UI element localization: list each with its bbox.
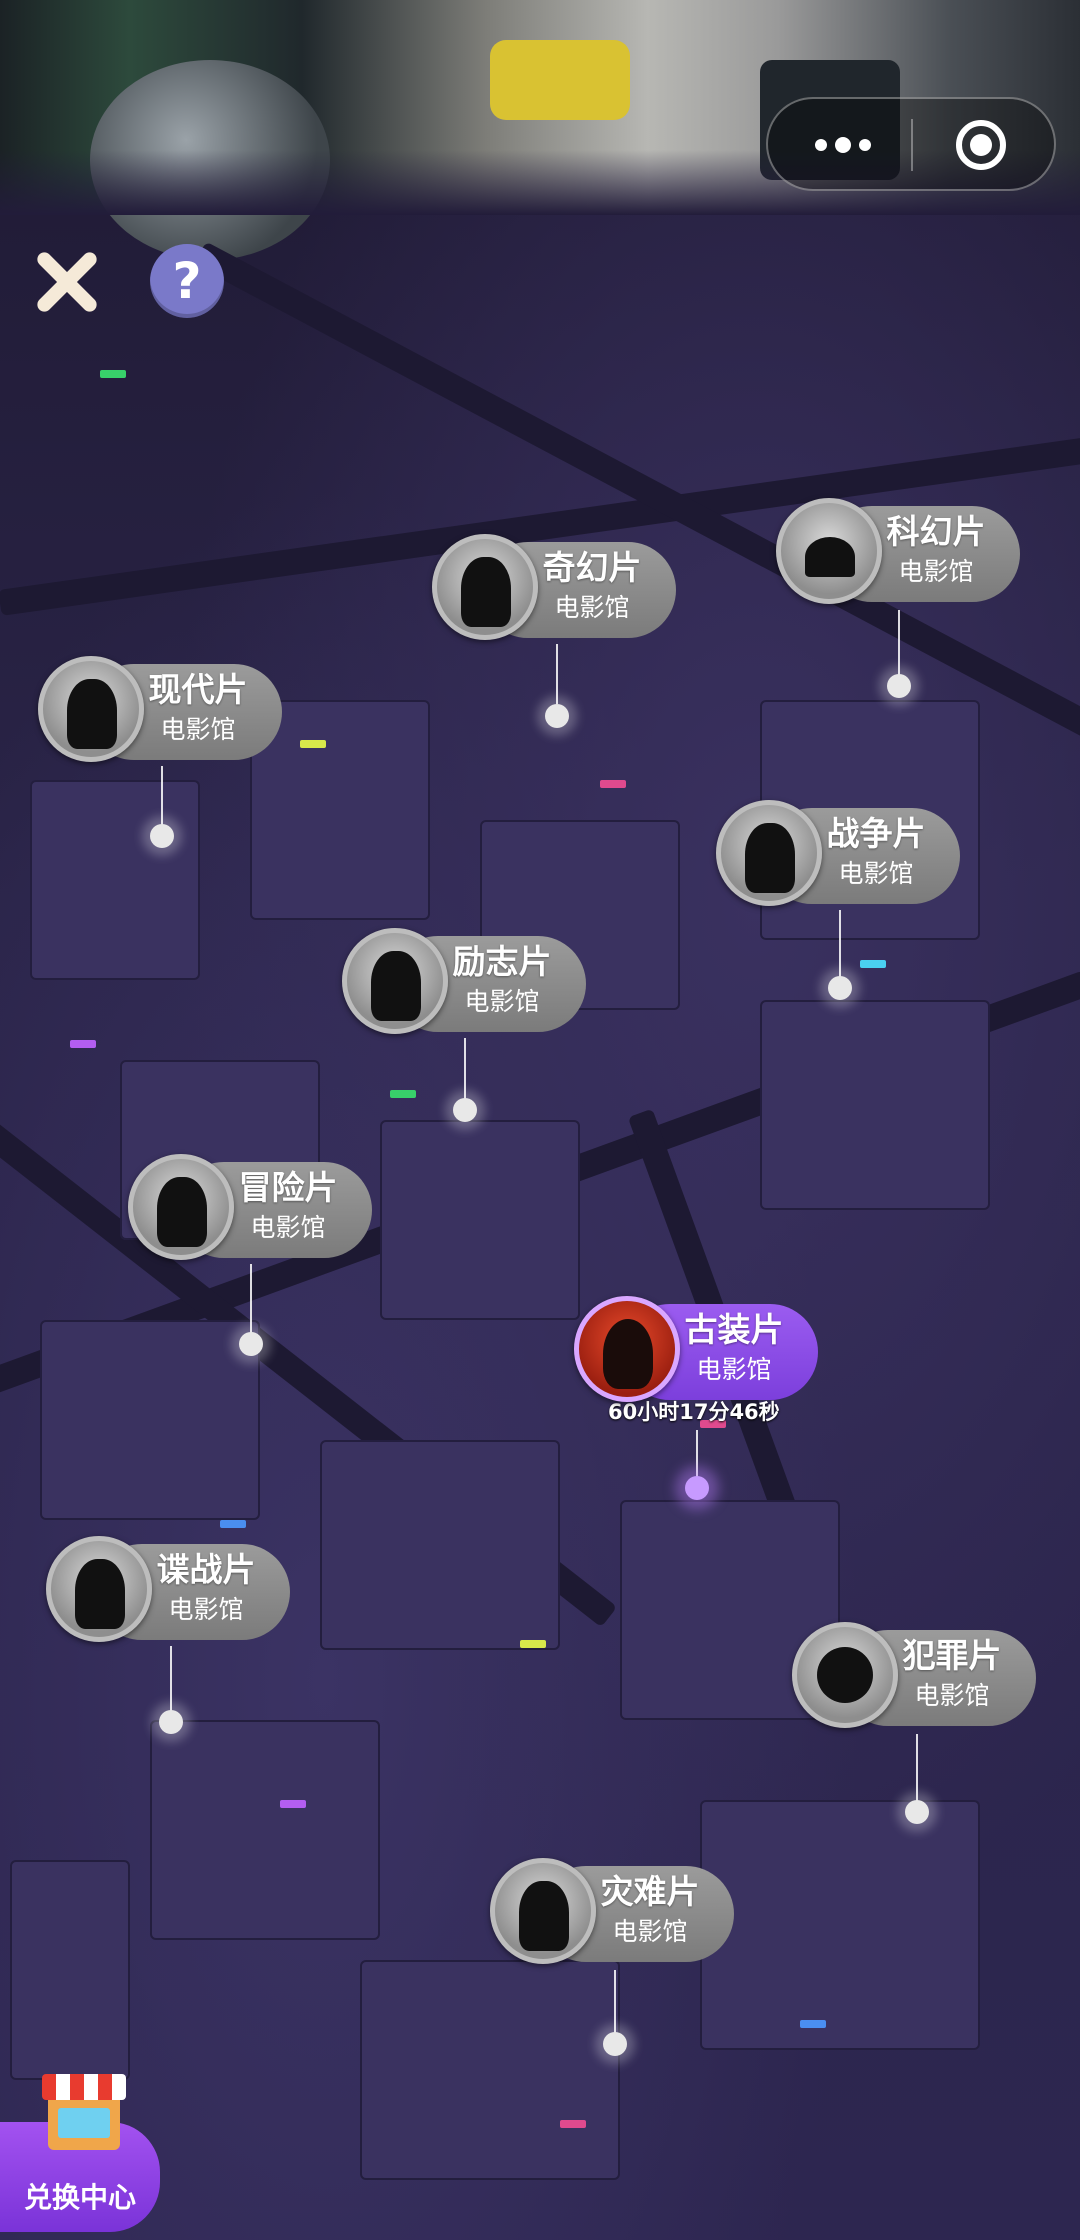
hall-name: 现代片 (148, 670, 248, 709)
hall-pin-dot (239, 1332, 263, 1356)
hall-stem (696, 1430, 698, 1480)
hall-spy[interactable]: 谍战片 电影馆 (46, 1536, 296, 1736)
game-screen: ? 奇幻片 电影馆 科幻片 电影馆 现代片 电影馆 战争片 电影馆 励志片 电影馆 (0, 0, 1080, 2240)
hall-disaster[interactable]: 灾难片 电影馆 (490, 1858, 740, 2058)
hall-name: 谍战片 (156, 1550, 256, 1589)
hall-sub: 电影馆 (898, 557, 974, 586)
hall-name: 古装片 (684, 1310, 784, 1349)
neon-light (100, 370, 126, 378)
mini-program-capsule (766, 97, 1056, 191)
hall-pin-dot (603, 2032, 627, 2056)
hall-stem (250, 1264, 252, 1334)
hall-stem (161, 766, 163, 828)
building (320, 1440, 560, 1650)
neon-light (220, 1520, 246, 1528)
hall-sub: 电影馆 (838, 859, 914, 888)
building (10, 1860, 130, 2080)
more-dots-icon[interactable] (808, 125, 878, 165)
neon-light (300, 740, 326, 748)
hall-stem (464, 1038, 466, 1100)
hall-stem (839, 910, 841, 980)
hall-sub: 电影馆 (914, 1681, 990, 1710)
hall-pin-dot (685, 1476, 709, 1500)
hall-costume[interactable]: 古装片 电影馆 60小时17分46秒 (574, 1296, 824, 1516)
hall-pin-dot (159, 1710, 183, 1734)
hall-stem (916, 1734, 918, 1802)
hall-pin-dot (905, 1800, 929, 1824)
hall-name: 奇幻片 (542, 548, 642, 587)
neon-light (70, 1040, 96, 1048)
hall-stem (556, 644, 558, 704)
hall-modern[interactable]: 现代片 电影馆 (38, 656, 288, 856)
hall-name: 灾难片 (600, 1872, 700, 1911)
hall-sub: 电影馆 (696, 1355, 772, 1384)
hall-pin-dot (545, 704, 569, 728)
shop-icon (42, 2074, 126, 2154)
hall-war[interactable]: 战争片 电影馆 (716, 800, 966, 1000)
neon-light (560, 2120, 586, 2128)
hall-name: 励志片 (452, 942, 552, 981)
hall-sub: 电影馆 (464, 987, 540, 1016)
hall-stem (614, 1970, 616, 2036)
hall-sub: 电影馆 (160, 715, 236, 744)
hall-name: 冒险片 (238, 1168, 338, 1207)
neon-light (280, 1800, 306, 1808)
hall-fantasy[interactable]: 奇幻片 电影馆 (432, 534, 682, 734)
hall-pin-dot (453, 1098, 477, 1122)
building (760, 1000, 990, 1210)
neon-light (800, 2020, 826, 2028)
hall-adventure[interactable]: 冒险片 电影馆 (128, 1154, 378, 1356)
hall-name: 犯罪片 (902, 1636, 1002, 1675)
hall-name: 战争片 (826, 814, 926, 853)
hall-name: 科幻片 (886, 512, 986, 551)
hall-inspire[interactable]: 励志片 电影馆 (342, 928, 592, 1128)
building (380, 1120, 580, 1320)
exchange-center-button[interactable]: 兑换中心 (0, 2074, 160, 2232)
banner-art (490, 40, 630, 120)
help-button[interactable]: ? (150, 244, 224, 318)
building (150, 1720, 380, 1940)
hall-crime[interactable]: 犯罪片 电影馆 (792, 1622, 1042, 1832)
hall-sub: 电影馆 (168, 1595, 244, 1624)
hall-sub: 电影馆 (612, 1917, 688, 1946)
target-circle-icon[interactable] (956, 120, 1006, 170)
hall-sub: 电影馆 (250, 1213, 326, 1242)
neon-light (600, 780, 626, 788)
neon-light (520, 1640, 546, 1648)
exchange-label: 兑换中心 (23, 2181, 136, 2214)
hall-scifi[interactable]: 科幻片 电影馆 (776, 498, 1026, 708)
building (700, 1800, 980, 2050)
hall-stem (170, 1646, 172, 1712)
close-icon[interactable] (30, 247, 100, 317)
hall-pin-dot (887, 674, 911, 698)
hall-pin-dot (150, 824, 174, 848)
divider (911, 119, 913, 171)
hall-pin-dot (828, 976, 852, 1000)
hall-stem (898, 610, 900, 680)
hall-sub: 电影馆 (554, 593, 630, 622)
